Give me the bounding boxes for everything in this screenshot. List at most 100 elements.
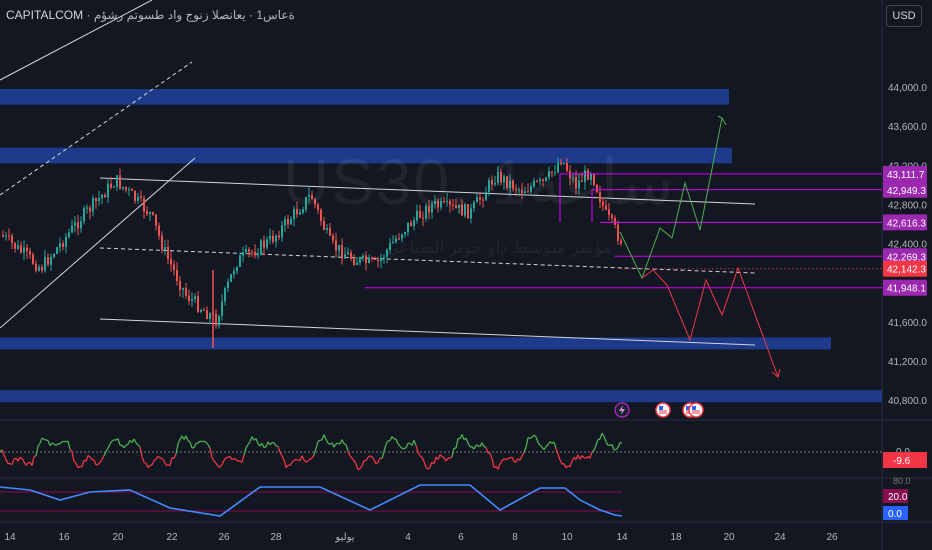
chart-background: [0, 0, 932, 550]
candle-body: [341, 245, 343, 259]
time-axis-label: 18: [670, 532, 682, 543]
header-separator: ·: [86, 8, 91, 22]
candle-body: [5, 235, 7, 237]
time-axis-label: 20: [112, 532, 124, 543]
symbol-watermark-subtitle: مؤشر متوسط داو جونز الصناعي: [385, 238, 612, 257]
candle-body: [404, 231, 406, 235]
candle-body: [149, 212, 151, 215]
candle-body: [260, 240, 262, 255]
price-axis-tick: 43,600.0: [888, 122, 927, 133]
candle-body: [335, 240, 337, 251]
candle-body: [11, 235, 13, 243]
candle-body: [413, 220, 415, 227]
price-label-text: 42,949.3: [887, 186, 926, 197]
candle-body: [65, 236, 67, 247]
oscillator-line-segment: [475, 444, 479, 447]
candle-body: [131, 189, 133, 191]
candle-body: [71, 225, 73, 233]
candle-body: [278, 235, 280, 238]
candle-body: [374, 259, 376, 261]
candle-body: [2, 235, 4, 237]
candle-body: [365, 255, 367, 263]
candle-body: [101, 194, 103, 198]
candle-body: [89, 207, 91, 212]
candle-body: [275, 235, 277, 242]
candle-body: [377, 259, 379, 262]
time-axis-label: 14: [616, 532, 628, 543]
time-axis-label: 28: [270, 532, 282, 543]
candle-body: [368, 257, 370, 263]
currency-button[interactable]: USD: [886, 5, 922, 27]
candle-body: [203, 309, 205, 311]
candle-body: [8, 235, 10, 237]
candle-body: [218, 315, 220, 326]
candle-body: [188, 295, 190, 302]
candle-body: [266, 239, 268, 248]
candle-body: [158, 225, 160, 236]
instrument-title: ةعاس1 · يعانصلا زنوج واد طسوتم رشؤم: [93, 8, 295, 22]
oscillator-line-segment: [225, 456, 229, 459]
candle-body: [161, 235, 163, 251]
time-axis-label: 16: [58, 532, 70, 543]
candle-body: [191, 299, 193, 302]
candle-body: [251, 251, 253, 253]
candle-body: [143, 198, 145, 212]
oscillator2-label-text: 0.0: [888, 509, 902, 520]
candle-body: [338, 245, 340, 251]
candle-body: [122, 186, 124, 189]
candle-body: [53, 253, 55, 257]
candle-body: [224, 288, 226, 302]
chart-canvas[interactable]: 44,000.043,600.043,200.042,800.042,400.0…: [0, 0, 932, 550]
candle-body: [410, 222, 412, 227]
candle-body: [185, 288, 187, 296]
candle-body: [110, 183, 112, 188]
price-axis-tick: 44,000.0: [888, 83, 927, 94]
chart-header: CAPITALCOM · ةعاس1 · يعانصلا زنوج واد طس…: [6, 8, 295, 22]
price-label-text: 42,142.3: [887, 265, 926, 276]
candle-body: [263, 240, 265, 248]
price-label-text: 43,111.7: [887, 170, 925, 181]
time-axis-label: 24: [774, 532, 786, 543]
candle-body: [104, 194, 106, 198]
candle-body: [80, 221, 82, 229]
candle-body: [194, 296, 196, 300]
candle-body: [32, 254, 34, 264]
price-label-text: 42,616.3: [887, 218, 926, 229]
candle-body: [116, 175, 118, 187]
candle-body: [113, 186, 115, 188]
symbol-label[interactable]: CAPITALCOM: [6, 8, 83, 22]
candle-body: [347, 252, 349, 255]
candle-body: [26, 247, 28, 252]
candle-body: [179, 281, 181, 290]
candle-body: [236, 266, 238, 272]
oscillator-line-segment: [309, 457, 313, 460]
candle-body: [44, 257, 46, 271]
candle-body: [248, 249, 250, 252]
candle-body: [59, 243, 61, 248]
oscillator-line-segment: [33, 455, 37, 458]
time-axis-label: 14: [4, 532, 16, 543]
oscillator-line-segment: [233, 457, 237, 461]
candle-body: [407, 222, 409, 232]
candle-body: [164, 247, 166, 251]
time-axis-label: يوليو: [334, 532, 354, 543]
oscillator-line-segment: [403, 447, 407, 450]
time-axis-label: 6: [458, 532, 464, 543]
candle-body: [146, 211, 148, 215]
candle-body: [68, 232, 70, 237]
candle-body: [272, 235, 274, 242]
candle-body: [62, 243, 64, 247]
candle-body: [242, 252, 244, 256]
candle-body: [344, 254, 346, 259]
candle-body: [23, 247, 25, 253]
candle-body: [233, 271, 235, 275]
oscillator-line-segment: [125, 443, 129, 446]
candle-body: [29, 251, 31, 255]
price-axis-tick: 42,800.0: [888, 200, 927, 211]
candle-body: [173, 264, 175, 270]
candle-body: [47, 257, 49, 265]
oscillator-line-segment: [335, 442, 339, 445]
candle-body: [350, 252, 352, 259]
oscillator-value-label: -9.6: [893, 456, 911, 467]
candle-body: [137, 196, 139, 201]
